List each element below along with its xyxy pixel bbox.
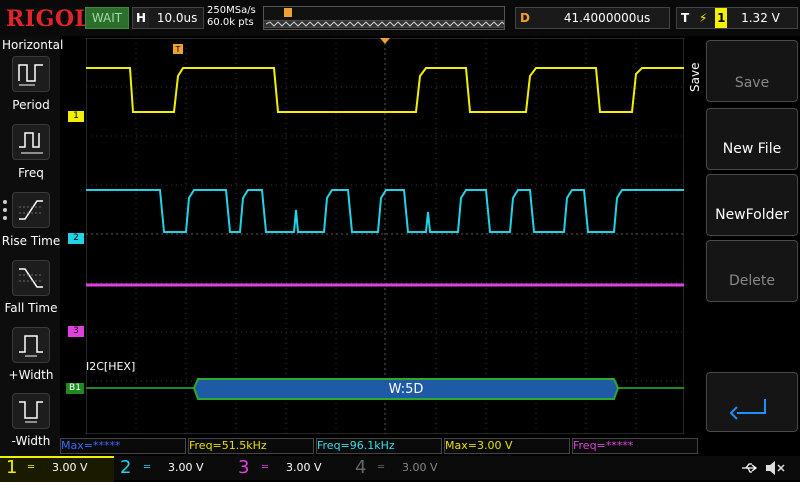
ch4-scale[interactable]: 3.00 V (402, 456, 438, 480)
fall-time-icon (19, 268, 43, 288)
memory-trigger-marker (284, 8, 292, 17)
trigger-level: 1.32 V (741, 11, 780, 25)
return-arrow-icon (729, 399, 766, 420)
negative-width-button[interactable] (12, 393, 50, 429)
sample-rate: 250MSa/s (207, 5, 256, 16)
ch4-number: 4 (355, 457, 367, 478)
new-folder-button-label: NewFolder (715, 207, 789, 223)
timebase-display[interactable]: H 10.0us (132, 7, 204, 29)
measurement-5[interactable]: Freq=***** (572, 438, 698, 454)
ch1-number: 1 (6, 457, 18, 478)
save-button[interactable]: Save (706, 40, 798, 102)
fall-time-label: Fall Time (4, 301, 58, 315)
delay-key: D (520, 11, 530, 25)
return-button[interactable] (706, 372, 798, 432)
bus-offset-marker[interactable]: B1 (66, 383, 84, 394)
ch2-scale[interactable]: 3.00 V (168, 456, 204, 480)
ch3-scale[interactable]: 3.00 V (286, 456, 322, 480)
trigger-time-marker: T (173, 44, 183, 54)
brand-logo: RIGOL (6, 6, 91, 32)
memory-waveform-preview (263, 8, 535, 28)
page-dots (2, 198, 8, 222)
svg-text:T: T (175, 45, 181, 54)
bus-decode-label: I2C[HEX] (86, 360, 135, 373)
delete-button[interactable]: Delete (706, 240, 798, 302)
delay-value: 41.4000000us (563, 11, 651, 25)
delete-button-label: Delete (729, 273, 775, 289)
acquisition-status: WAIT (85, 7, 129, 29)
fall-time-button[interactable] (12, 260, 50, 296)
new-file-button[interactable]: New File (706, 108, 798, 170)
positive-width-label: +Width (8, 368, 54, 382)
memory-depth: 60.0k pts (207, 17, 254, 28)
positive-width-icon (19, 335, 43, 357)
measurement-2[interactable]: Freq=51.5kHz (188, 438, 314, 454)
negative-width-icon (19, 401, 43, 423)
measurement-1[interactable]: Max=***** (60, 438, 186, 454)
rise-time-icon (19, 200, 43, 220)
menu-header-label: Save (688, 62, 702, 92)
ch2-offset-marker[interactable]: 2 (68, 233, 84, 244)
ch1-offset-marker[interactable]: 1 (68, 111, 84, 122)
new-file-button-label: New File (722, 141, 782, 157)
sample-rate-block: 250MSa/s 60.0k pts (207, 5, 256, 29)
measurement-3[interactable]: Freq=96.1kHz (316, 438, 442, 454)
ch3-offset-marker[interactable]: 3 (68, 326, 84, 337)
save-button-label: Save (734, 75, 770, 91)
ch2-coupling-icon: ═ (144, 462, 151, 473)
speaker-muted-icon[interactable] (764, 458, 786, 482)
rise-time-label: Rise Time (1, 234, 61, 248)
ch4-coupling-icon: ═ (378, 462, 385, 473)
measurement-4[interactable]: Max=3.00 V (444, 438, 570, 454)
ch3-coupling-icon: ═ (262, 462, 269, 473)
freq-label: Freq (18, 166, 44, 180)
ch1-coupling-icon: ═ (28, 462, 35, 473)
new-folder-button[interactable]: NewFolder (706, 174, 798, 236)
usb-icon (740, 460, 758, 480)
ch3-number: 3 (238, 457, 250, 478)
timebase-key: H (133, 8, 149, 28)
freq-icon (19, 132, 43, 154)
freq-button[interactable] (12, 124, 50, 160)
timebase-value: 10.0us (156, 11, 198, 25)
memory-overview[interactable] (263, 6, 535, 30)
trigger-key: T (681, 11, 690, 25)
trigger-source-badge: 1 (715, 8, 728, 28)
period-label: Period (12, 98, 50, 112)
period-button[interactable] (12, 56, 50, 92)
ch2-number: 2 (120, 457, 132, 478)
period-icon (18, 64, 43, 86)
positive-width-button[interactable] (12, 327, 50, 363)
trigger-edge-icon: ⚡ (699, 11, 708, 25)
ch1-scale: 3.00 V (52, 461, 88, 474)
negative-width-label: -Width (11, 434, 51, 448)
trigger-display[interactable]: T ⚡ 1 1.32 V (676, 7, 798, 29)
waveform-display[interactable]: T I2C[HEX] W:5D (86, 38, 684, 434)
bus-packet-text: W:5D (389, 382, 424, 397)
panel-title: Horizontal (2, 38, 64, 52)
delay-display[interactable]: D 41.4000000us (515, 7, 670, 29)
rise-time-button[interactable] (12, 192, 50, 228)
menu-header: Save (686, 40, 704, 100)
